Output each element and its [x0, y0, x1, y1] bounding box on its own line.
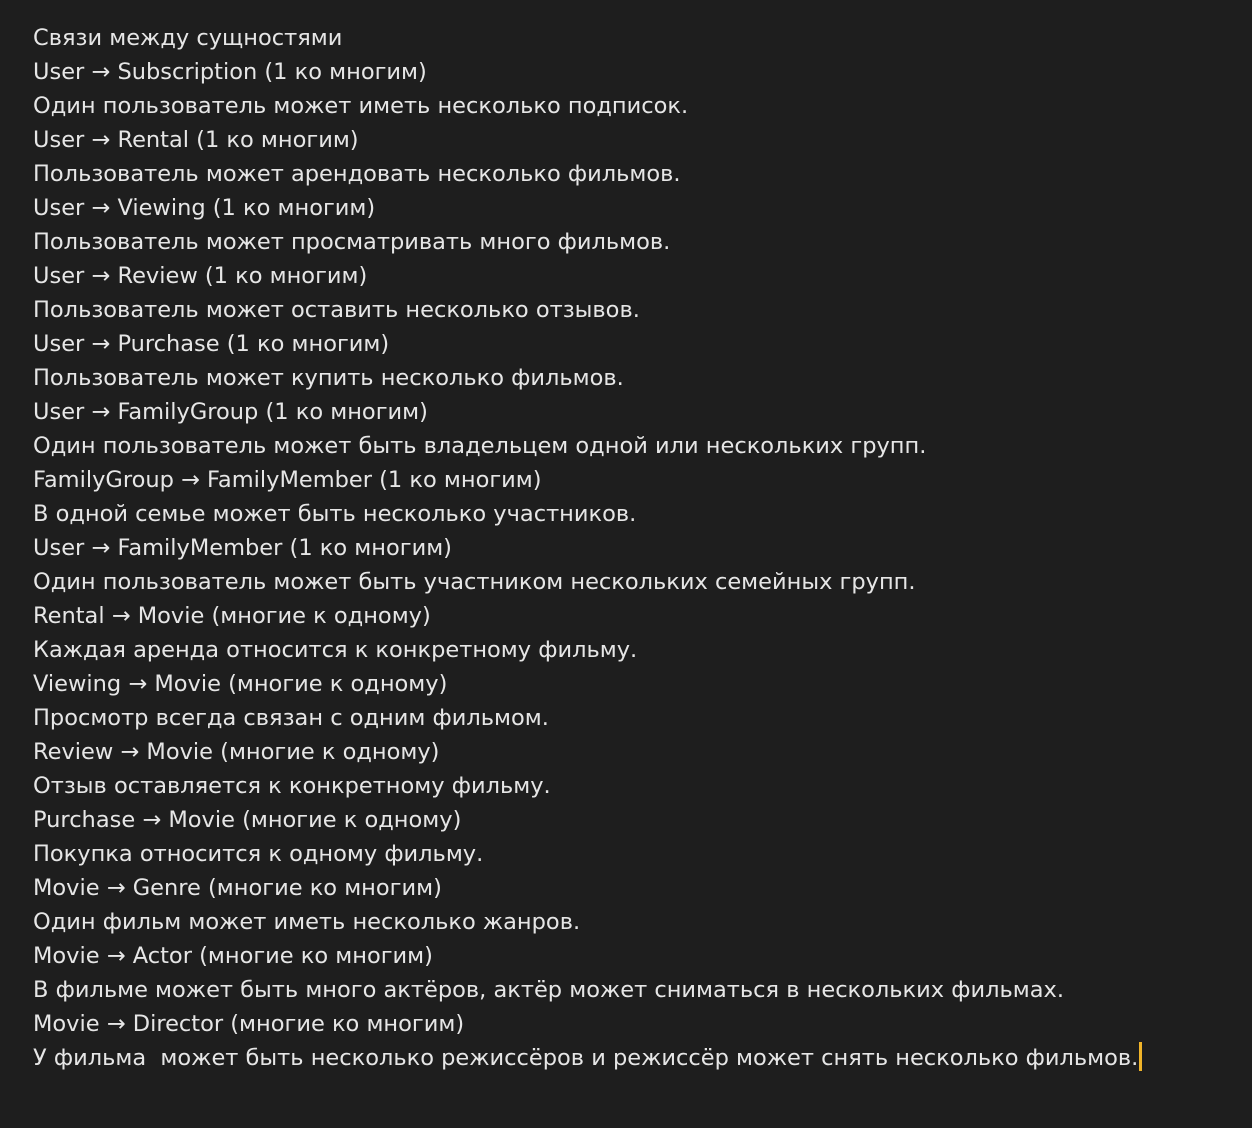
text-line[interactable]: Один пользователь может иметь несколько … [33, 89, 1233, 123]
line-text: Purchase → Movie (многие к одному) [33, 807, 462, 833]
line-text: User → Subscription (1 ко многим) [33, 59, 427, 85]
line-text: Один пользователь может быть участником … [33, 569, 916, 595]
text-line[interactable]: User → Viewing (1 ко многим) [33, 191, 1233, 225]
line-text: FamilyGroup → FamilyMember (1 ко многим) [33, 467, 542, 493]
line-text: User → Review (1 ко многим) [33, 263, 368, 289]
text-line[interactable]: Movie → Director (многие ко многим) [33, 1007, 1233, 1041]
text-cursor [1139, 1042, 1143, 1071]
text-line[interactable]: Пользователь может арендовать несколько … [33, 157, 1233, 191]
line-text: User → Purchase (1 ко многим) [33, 331, 390, 357]
line-text: Отзыв оставляется к конкретному фильму. [33, 773, 551, 799]
text-line[interactable]: Один пользователь может быть участником … [33, 565, 1233, 599]
line-text: Пользователь может оставить несколько от… [33, 297, 640, 323]
line-text: User → FamilyMember (1 ко многим) [33, 535, 452, 561]
text-line[interactable]: User → FamilyMember (1 ко многим) [33, 531, 1233, 565]
text-line[interactable]: Пользователь может купить несколько филь… [33, 361, 1233, 395]
line-text: Rental → Movie (многие к одному) [33, 603, 431, 629]
text-line[interactable]: Просмотр всегда связан с одним фильмом. [33, 701, 1233, 735]
text-line[interactable]: У фильма может быть несколько режиссёров… [33, 1041, 1233, 1075]
text-line[interactable]: Rental → Movie (многие к одному) [33, 599, 1233, 633]
text-line[interactable]: Movie → Actor (многие ко многим) [33, 939, 1233, 973]
text-line[interactable]: Purchase → Movie (многие к одному) [33, 803, 1233, 837]
text-line[interactable]: Покупка относится к одному фильму. [33, 837, 1233, 871]
text-line[interactable]: Пользователь может оставить несколько от… [33, 293, 1233, 327]
line-text: Просмотр всегда связан с одним фильмом. [33, 705, 549, 731]
text-line[interactable]: Отзыв оставляется к конкретному фильму. [33, 769, 1233, 803]
text-line[interactable]: FamilyGroup → FamilyMember (1 ко многим) [33, 463, 1233, 497]
text-line[interactable]: Связи между сущностями [33, 21, 1233, 55]
line-text: В одной семье может быть несколько участ… [33, 501, 637, 527]
line-text: Viewing → Movie (многие к одному) [33, 671, 448, 697]
line-text: Movie → Genre (многие ко многим) [33, 875, 442, 901]
line-text: Один пользователь может иметь несколько … [33, 93, 689, 119]
text-line[interactable]: В одной семье может быть несколько участ… [33, 497, 1233, 531]
text-line[interactable]: Один пользователь может быть владельцем … [33, 429, 1233, 463]
text-line[interactable]: User → Rental (1 ко многим) [33, 123, 1233, 157]
text-line[interactable]: Пользователь может просматривать много ф… [33, 225, 1233, 259]
text-line[interactable]: Каждая аренда относится к конкретному фи… [33, 633, 1233, 667]
text-line[interactable]: Viewing → Movie (многие к одному) [33, 667, 1233, 701]
text-line[interactable]: User → Subscription (1 ко многим) [33, 55, 1233, 89]
editor-text-area[interactable]: Связи между сущностями User → Subscriptio… [33, 21, 1233, 1075]
text-line[interactable]: User → Review (1 ко многим) [33, 259, 1233, 293]
text-line[interactable]: Один фильм может иметь несколько жанров. [33, 905, 1233, 939]
text-line[interactable]: Review → Movie (многие к одному) [33, 735, 1233, 769]
line-text: Review → Movie (многие к одному) [33, 739, 440, 765]
line-text: Каждая аренда относится к конкретному фи… [33, 637, 638, 663]
text-line[interactable]: User → Purchase (1 ко многим) [33, 327, 1233, 361]
line-text: Пользователь может арендовать несколько … [33, 161, 681, 187]
line-text: User → Viewing (1 ко многим) [33, 195, 376, 221]
line-text: Movie → Actor (многие ко многим) [33, 943, 433, 969]
text-line[interactable]: User → FamilyGroup (1 ко многим) [33, 395, 1233, 429]
line-text: Покупка относится к одному фильму. [33, 841, 484, 867]
text-editor[interactable]: Связи между сущностями User → Subscriptio… [0, 0, 1252, 1128]
text-line[interactable]: Movie → Genre (многие ко многим) [33, 871, 1233, 905]
line-text: У фильма может быть несколько режиссёров… [33, 1045, 1139, 1071]
line-text: В фильме может быть много актёров, актёр… [33, 977, 1064, 1003]
line-text: Пользователь может купить несколько филь… [33, 365, 624, 391]
line-text: Пользователь может просматривать много ф… [33, 229, 671, 255]
line-text: Один фильм может иметь несколько жанров. [33, 909, 581, 935]
line-text: Один пользователь может быть владельцем … [33, 433, 927, 459]
line-text: User → FamilyGroup (1 ко многим) [33, 399, 428, 425]
text-line[interactable]: В фильме может быть много актёров, актёр… [33, 973, 1233, 1007]
line-text: Связи между сущностями [33, 25, 343, 51]
line-text: Movie → Director (многие ко многим) [33, 1011, 465, 1037]
line-text: User → Rental (1 ко многим) [33, 127, 359, 153]
